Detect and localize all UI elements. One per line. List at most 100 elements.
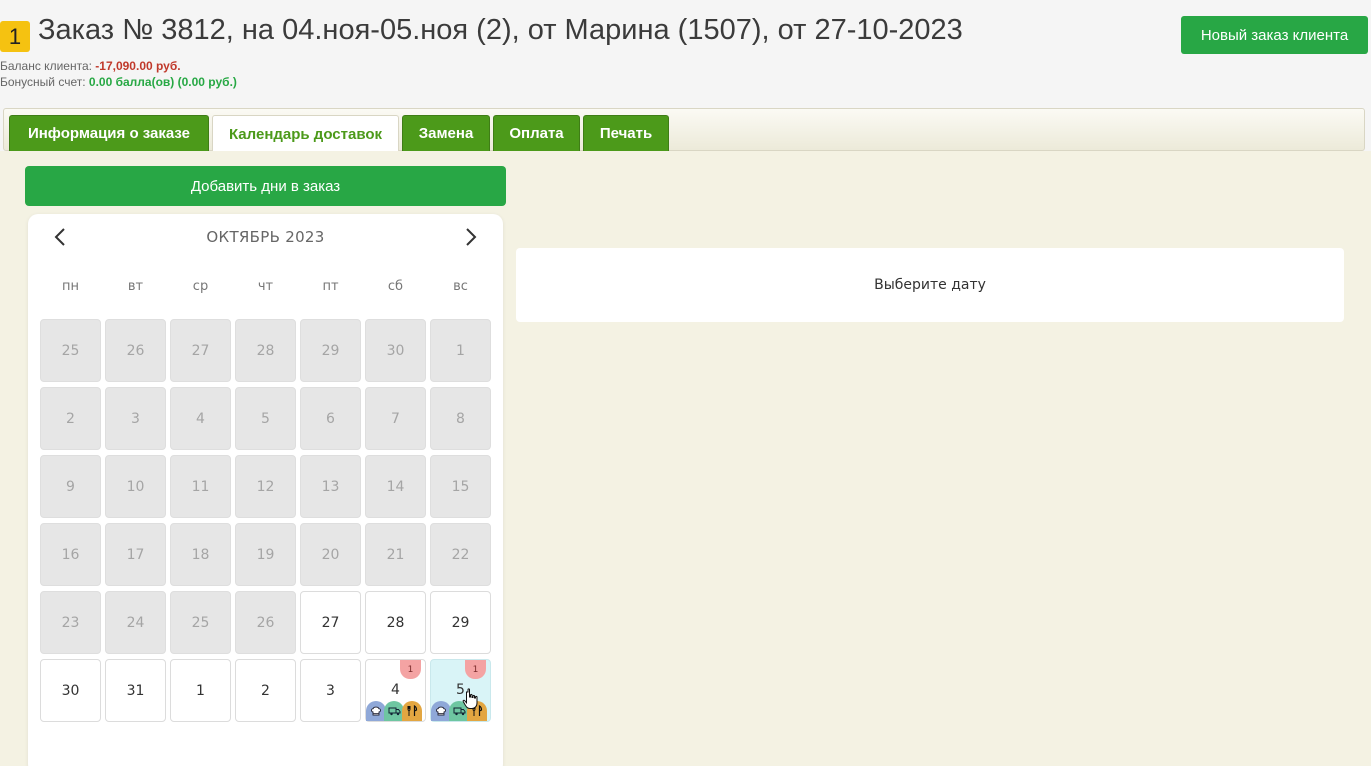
calendar-day[interactable]: 8 [430, 387, 491, 450]
order-number-badge: 1 [0, 21, 30, 52]
calendar-day[interactable]: 14 [365, 455, 426, 518]
calendar-day[interactable]: 24 [105, 591, 166, 654]
next-month-button[interactable] [460, 224, 482, 250]
calendar-day-number: 5 [261, 410, 270, 427]
weekday-label: вт [127, 279, 144, 294]
calendar-day[interactable]: 28 [365, 591, 426, 654]
calendar-day-number: 11 [191, 478, 210, 495]
tab-content: Добавить дни в заказ ОКТЯБРЬ 2023 пн вт ср… [0, 151, 1371, 766]
calendar-day[interactable]: 15 [430, 455, 491, 518]
calendar-day-number: 9 [66, 478, 75, 495]
calendar-day[interactable]: 1 [430, 319, 491, 382]
calendar-day[interactable]: 31 [105, 659, 166, 722]
page-title: Заказ № 3812, на 04.ноя-05.ноя (2), от М… [38, 14, 963, 46]
add-days-button[interactable]: Добавить дни в заказ [25, 166, 506, 206]
calendar-day-number: 25 [61, 342, 80, 359]
calendar-day[interactable]: 27 [170, 319, 231, 382]
select-date-panel: Выберите дату [516, 248, 1344, 322]
client-balance-label: Баланс клиента: [0, 59, 96, 73]
delivery-calendar: ОКТЯБРЬ 2023 пн вт ср чт пт сб вс 25 26 27 28 29 30… [28, 214, 503, 766]
calendar-day[interactable]: 11 [170, 455, 231, 518]
calendar-day-number: 19 [256, 546, 275, 563]
calendar-day-number: 28 [386, 614, 405, 631]
calendar-day[interactable]: 51 [430, 659, 491, 722]
calendar-day[interactable]: 10 [105, 455, 166, 518]
calendar-day[interactable]: 3 [105, 387, 166, 450]
calendar-day-number: 27 [191, 342, 210, 359]
calendar-day[interactable]: 29 [300, 319, 361, 382]
calendar-day[interactable]: 22 [430, 523, 491, 586]
weekday-label: вс [453, 279, 468, 294]
calendar-day[interactable]: 19 [235, 523, 296, 586]
truck-icon [449, 701, 469, 721]
calendar-day-number: 5 [456, 681, 465, 698]
calendar-day[interactable]: 28 [235, 319, 296, 382]
calendar-day[interactable]: 27 [300, 591, 361, 654]
calendar-day[interactable]: 26 [105, 319, 166, 382]
calendar-day[interactable]: 25 [40, 319, 101, 382]
calendar-day[interactable]: 2 [235, 659, 296, 722]
calendar-day-number: 28 [256, 342, 275, 359]
calendar-day-number: 30 [61, 682, 80, 699]
calendar-day[interactable]: 7 [365, 387, 426, 450]
calendar-day[interactable]: 6 [300, 387, 361, 450]
calendar-month-label: ОКТЯБРЬ 2023 [206, 228, 325, 246]
cutlery-icon [402, 701, 422, 721]
calendar-day[interactable]: 17 [105, 523, 166, 586]
chevron-right-icon [466, 228, 477, 246]
weekday-label: пн [62, 279, 79, 294]
calendar-day[interactable]: 18 [170, 523, 231, 586]
calendar-day[interactable]: 16 [40, 523, 101, 586]
calendar-day[interactable]: 4 [170, 387, 231, 450]
calendar-day-number: 3 [326, 682, 335, 699]
calendar-day-number: 12 [256, 478, 275, 495]
calendar-day[interactable]: 25 [170, 591, 231, 654]
weekday-label: ср [192, 279, 209, 294]
calendar-day-number: 30 [386, 342, 405, 359]
calendar-day[interactable]: 13 [300, 455, 361, 518]
bonus-account-label: Бонусный счет: [0, 75, 89, 89]
calendar-day-number: 20 [321, 546, 340, 563]
calendar-day[interactable]: 5 [235, 387, 296, 450]
calendar-day-number: 22 [451, 546, 470, 563]
calendar-day-number: 6 [326, 410, 335, 427]
calendar-day-number: 26 [256, 614, 275, 631]
calendar-day[interactable]: 2 [40, 387, 101, 450]
tab-order-info[interactable]: Информация о заказе [9, 115, 209, 151]
calendar-day-number: 26 [126, 342, 145, 359]
day-icons [366, 701, 422, 721]
calendar-day-number: 24 [126, 614, 145, 631]
calendar-day-number: 31 [126, 682, 145, 699]
calendar-day[interactable]: 9 [40, 455, 101, 518]
calendar-day-number: 14 [386, 478, 405, 495]
calendar-day[interactable]: 12 [235, 455, 296, 518]
calendar-day[interactable]: 41 [365, 659, 426, 722]
tab-replacement[interactable]: Замена [402, 115, 490, 151]
tabs-bar: Информация о заказе Календарь доставок З… [3, 108, 1365, 152]
tab-print[interactable]: Печать [583, 115, 669, 151]
calendar-day[interactable]: 26 [235, 591, 296, 654]
calendar-day[interactable]: 23 [40, 591, 101, 654]
new-client-order-button[interactable]: Новый заказ клиента [1181, 16, 1368, 54]
calendar-day-number: 13 [321, 478, 340, 495]
calendar-day[interactable]: 20 [300, 523, 361, 586]
calendar-day[interactable]: 1 [170, 659, 231, 722]
bonus-account: Бонусный счет: 0.00 балла(ов) (0.00 руб.… [0, 75, 237, 89]
order-count-badge: 1 [400, 660, 421, 679]
tab-payment[interactable]: Оплата [493, 115, 580, 151]
calendar-day-number: 29 [451, 614, 470, 631]
calendar-day-number: 4 [196, 410, 205, 427]
calendar-day[interactable]: 21 [365, 523, 426, 586]
calendar-day[interactable]: 30 [365, 319, 426, 382]
tab-delivery-calendar[interactable]: Календарь доставок [212, 115, 399, 152]
calendar-day[interactable]: 29 [430, 591, 491, 654]
weekday-label: чт [257, 279, 274, 294]
day-icons [431, 701, 487, 721]
calendar-day-number: 15 [451, 478, 470, 495]
calendar-day-number: 18 [191, 546, 210, 563]
calendar-day[interactable]: 30 [40, 659, 101, 722]
calendar-day-number: 29 [321, 342, 340, 359]
calendar-day[interactable]: 3 [300, 659, 361, 722]
calendar-day-number: 21 [386, 546, 405, 563]
calendar-day-number: 1 [456, 342, 465, 359]
